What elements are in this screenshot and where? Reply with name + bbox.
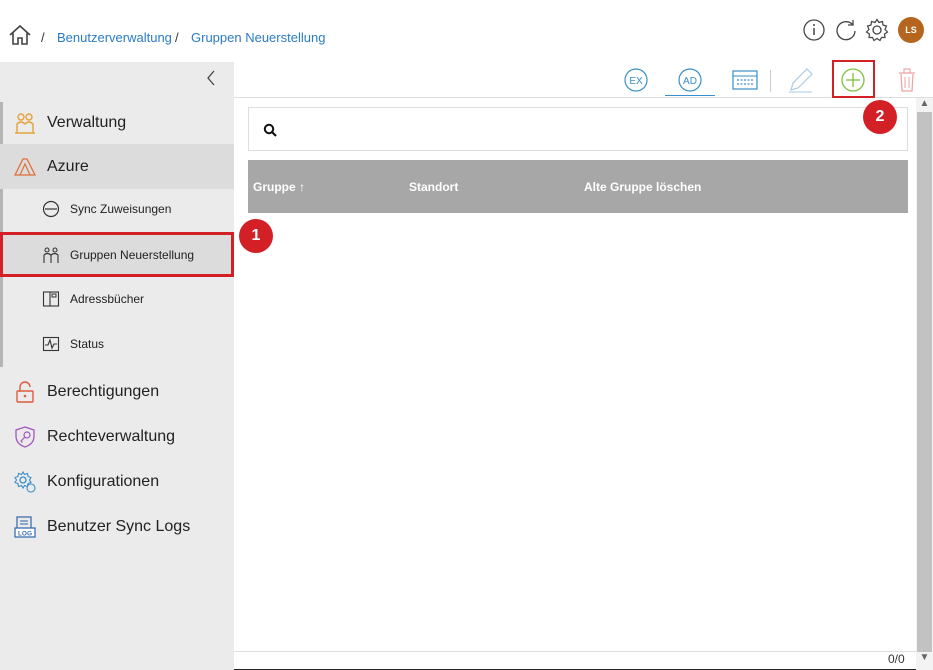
user-avatar[interactable]: LS — [898, 17, 924, 43]
refresh-icon[interactable] — [834, 18, 858, 42]
table-header: Gruppe ↑ Standort Alte Gruppe löschen — [248, 160, 908, 213]
shield-key-icon — [15, 425, 35, 448]
column-header-standort[interactable]: Standort — [409, 180, 458, 194]
scroll-down-icon[interactable]: ▼ — [917, 652, 932, 666]
lock-icon — [16, 380, 34, 403]
pagination-count: 0/0 — [888, 652, 905, 666]
keyboard-button[interactable] — [730, 66, 760, 94]
export-label: EX — [629, 76, 643, 87]
column-header-alte-gruppe-loeschen[interactable]: Alte Gruppe löschen — [584, 180, 701, 194]
export-button[interactable]: EX — [621, 66, 651, 94]
svg-text:LOG: LOG — [18, 530, 32, 537]
sidebar: Verwaltung Azure Sync Zuweisungen Gruppe… — [0, 62, 234, 670]
info-icon[interactable] — [802, 18, 826, 42]
toolbar-separator — [770, 70, 771, 92]
sidebar-subitem-label: Status — [70, 336, 105, 351]
sync-icon — [42, 200, 60, 217]
footer-divider — [234, 651, 916, 652]
ad-import-button[interactable]: AD — [675, 66, 705, 94]
sidebar-subitem-label: Sync Zuweisungen — [70, 201, 172, 216]
groups-icon — [43, 246, 59, 263]
ad-label: AD — [683, 76, 697, 87]
breadcrumb-separator: / — [175, 30, 179, 45]
azure-icon — [13, 157, 37, 176]
delete-button[interactable] — [892, 66, 922, 94]
sidebar-item-benutzer-sync-logs[interactable]: LOG Benutzer Sync Logs — [0, 504, 234, 549]
home-icon[interactable] — [8, 24, 32, 46]
people-icon — [15, 112, 35, 134]
sidebar-item-berechtigungen[interactable]: Berechtigungen — [0, 369, 234, 414]
add-button-highlight — [832, 60, 875, 98]
sidebar-item-konfigurationen[interactable]: Konfigurationen — [0, 459, 234, 504]
status-icon — [42, 336, 60, 351]
collapse-sidebar-icon[interactable] — [203, 68, 219, 88]
breadcrumb-link-benutzerverwaltung[interactable]: Benutzerverwaltung — [57, 30, 172, 45]
search-icon — [263, 123, 277, 137]
breadcrumb-current: Gruppen Neuerstellung — [191, 30, 326, 45]
sidebar-item-label: Rechteverwaltung — [47, 427, 176, 445]
callout-badge-2: 2 — [863, 100, 897, 134]
sidebar-item-label: Azure — [47, 157, 89, 175]
sidebar-subitem-sync-zuweisungen[interactable]: Sync Zuweisungen — [0, 186, 234, 231]
settings-icon[interactable] — [865, 18, 889, 42]
edit-button[interactable] — [785, 66, 815, 94]
ad-underline — [665, 95, 715, 96]
sidebar-subitem-label: Adressbücher — [70, 291, 145, 306]
sidebar-subitem-gruppen-neuerstellung[interactable]: Gruppen Neuerstellung — [0, 232, 234, 277]
toolbar: EX AD — [234, 62, 933, 98]
column-header-gruppe[interactable]: Gruppe ↑ — [253, 180, 305, 194]
search-input[interactable] — [285, 116, 885, 142]
sidebar-subitem-status[interactable]: Status — [0, 321, 234, 366]
callout-badge-1: 1 — [239, 219, 273, 253]
sidebar-item-rechteverwaltung[interactable]: Rechteverwaltung — [0, 414, 234, 459]
scroll-up-icon[interactable]: ▲ — [917, 98, 932, 112]
sidebar-subitem-label: Gruppen Neuerstellung — [70, 247, 195, 262]
sidebar-item-azure[interactable]: Azure — [0, 144, 234, 189]
sidebar-item-label: Berechtigungen — [47, 382, 160, 400]
addressbook-icon — [42, 290, 60, 307]
sidebar-item-label: Verwaltung — [47, 113, 127, 131]
scrollbar-thumb[interactable] — [917, 112, 932, 652]
sidebar-item-label: Benutzer Sync Logs — [47, 517, 191, 535]
top-bar: / Benutzerverwaltung / Gruppen Neuerstel… — [0, 0, 933, 62]
search-box[interactable] — [248, 107, 908, 151]
sidebar-item-verwaltung[interactable]: Verwaltung — [0, 100, 234, 145]
breadcrumb-separator: / — [41, 30, 45, 45]
sidebar-item-label: Konfigurationen — [47, 472, 160, 490]
sidebar-subitem-adressbuecher[interactable]: Adressbücher — [0, 276, 234, 321]
log-icon: LOG — [14, 515, 36, 538]
config-gear-icon — [14, 470, 36, 493]
